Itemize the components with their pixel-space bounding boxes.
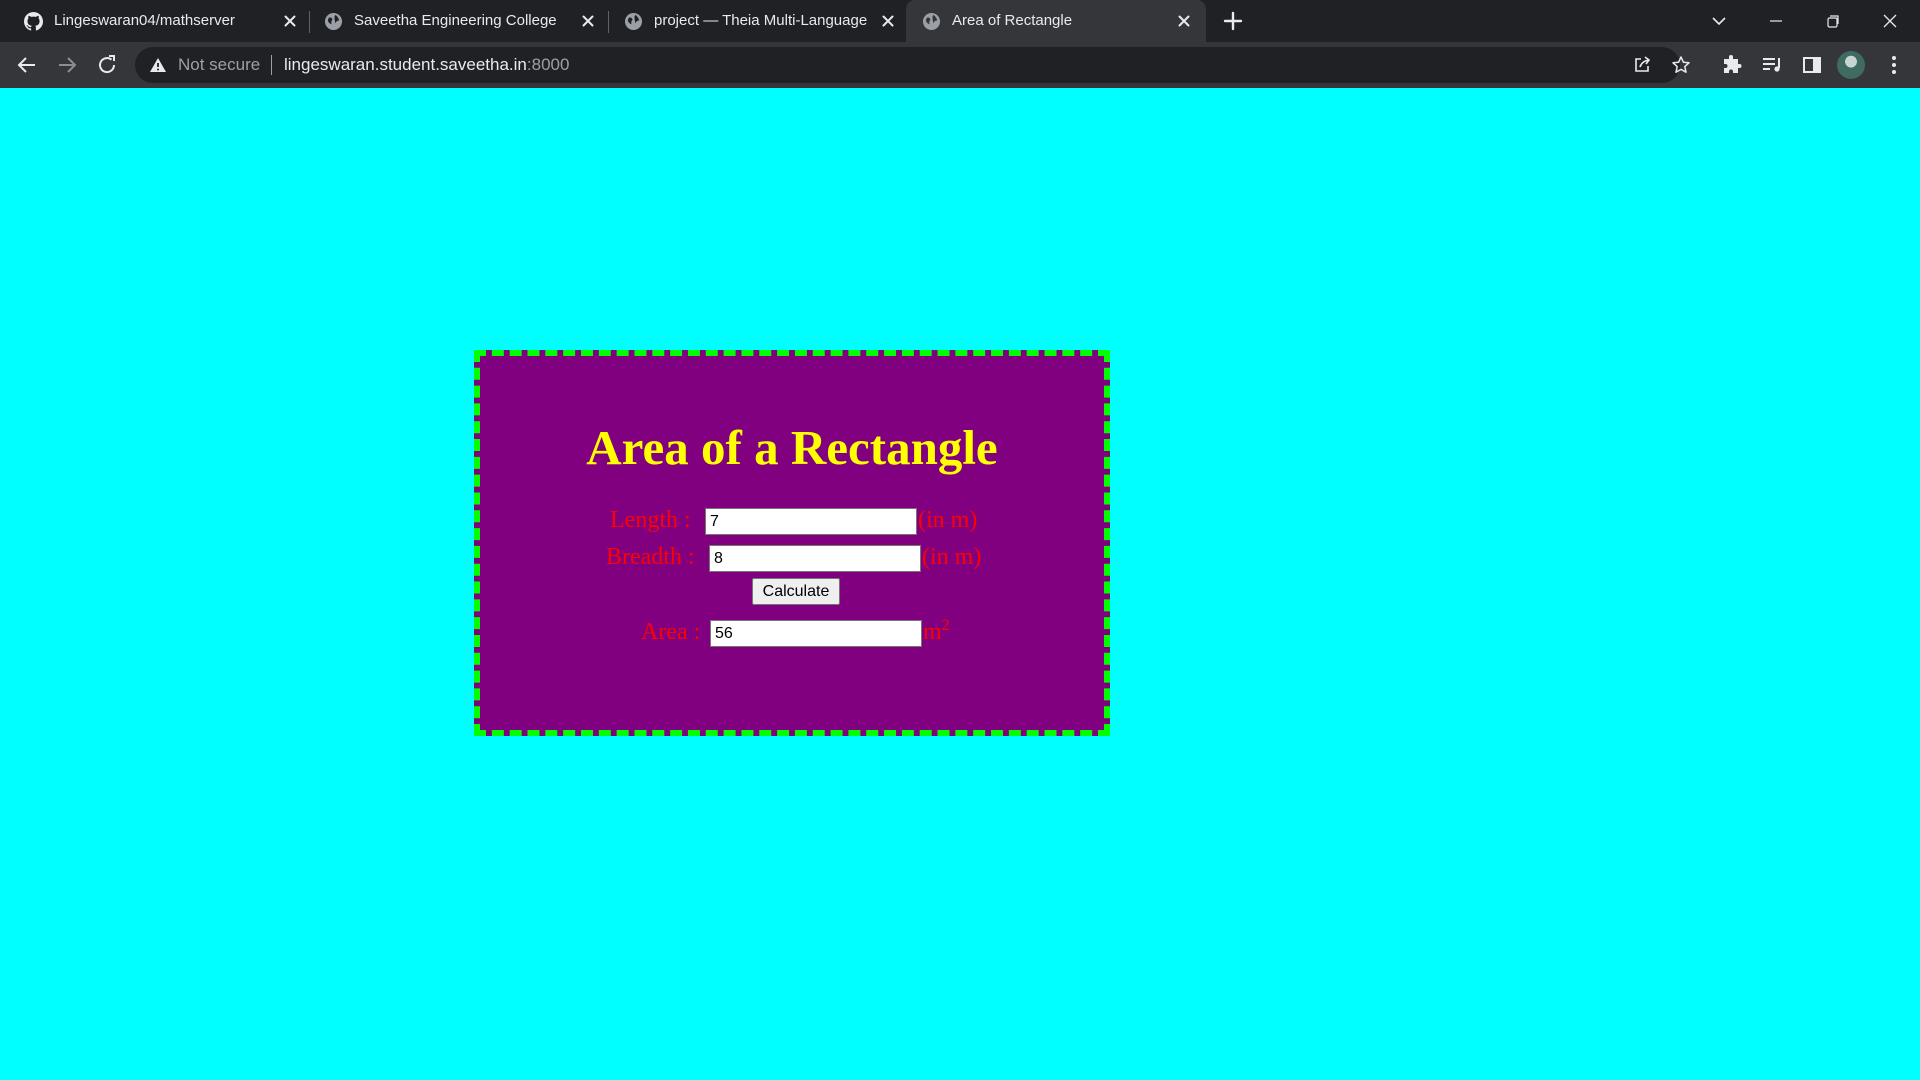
forward-icon[interactable] [55, 53, 79, 77]
url-host: lingeswaran.student.saveetha.in [284, 55, 527, 74]
tab-strip: Lingeswaran04/mathserver Saveetha Engine… [0, 0, 1920, 42]
globe-icon [324, 12, 343, 31]
profile-avatar[interactable] [1837, 51, 1865, 79]
reload-icon[interactable] [95, 53, 119, 77]
new-tab-icon[interactable] [1222, 10, 1244, 32]
close-icon[interactable] [580, 13, 596, 29]
close-icon[interactable] [282, 13, 298, 29]
menu-kebab-icon[interactable] [1882, 53, 1906, 77]
minimize-icon[interactable] [1763, 8, 1789, 34]
url-text[interactable]: lingeswaran.student.saveetha.in:8000 [284, 55, 569, 75]
length-label: Length : [610, 507, 691, 533]
area-unit: m2 [923, 618, 950, 646]
tab-title: Area of Rectangle [952, 12, 1073, 29]
breadth-label: Breadth : [606, 544, 695, 570]
close-icon[interactable] [880, 13, 896, 29]
security-label[interactable]: Not secure [178, 55, 260, 75]
tab-title: project — Theia Multi-Language [654, 12, 867, 29]
tab-mathserver[interactable]: Lingeswaran04/mathserver [0, 0, 305, 42]
warning-icon[interactable] [149, 56, 167, 74]
area-unit-base: m [923, 619, 942, 645]
tab-title: Saveetha Engineering College [354, 12, 557, 29]
tab-saveetha[interactable]: Saveetha Engineering College [300, 0, 605, 42]
url-port: :8000 [526, 55, 570, 74]
restore-icon[interactable] [1820, 8, 1846, 34]
close-icon[interactable] [1176, 13, 1192, 29]
area-label: Area : [641, 619, 701, 645]
media-queue-icon[interactable] [1760, 53, 1784, 77]
tab-theia[interactable]: project — Theia Multi-Language [600, 0, 905, 42]
github-icon [24, 12, 43, 31]
extensions-icon[interactable] [1720, 53, 1744, 77]
length-unit: (in m) [918, 507, 978, 533]
area-unit-exponent: 2 [941, 617, 950, 634]
calculator-card: Area of a Rectangle Length : (in m) Brea… [474, 350, 1110, 736]
side-panel-icon[interactable] [1800, 53, 1824, 77]
back-icon[interactable] [15, 53, 39, 77]
length-input[interactable] [705, 508, 917, 535]
tab-area-of-rectangle[interactable]: Area of Rectangle [906, 0, 1206, 42]
browser-toolbar: Not secure lingeswaran.student.saveetha.… [0, 42, 1920, 88]
share-icon[interactable] [1632, 55, 1652, 75]
globe-icon [922, 12, 941, 31]
page-title: Area of a Rectangle [586, 420, 998, 475]
area-output[interactable] [710, 620, 922, 647]
address-bar[interactable]: Not secure lingeswaran.student.saveetha.… [135, 47, 1690, 83]
bookmark-star-icon[interactable] [1671, 55, 1691, 75]
globe-icon [624, 12, 643, 31]
divider [271, 55, 272, 75]
tab-title: Lingeswaran04/mathserver [54, 12, 235, 29]
calculate-button[interactable]: Calculate [752, 578, 840, 605]
breadth-input[interactable] [709, 545, 921, 572]
close-window-icon[interactable] [1877, 8, 1903, 34]
breadth-unit: (in m) [922, 544, 982, 570]
tab-search-icon[interactable] [1706, 8, 1732, 34]
